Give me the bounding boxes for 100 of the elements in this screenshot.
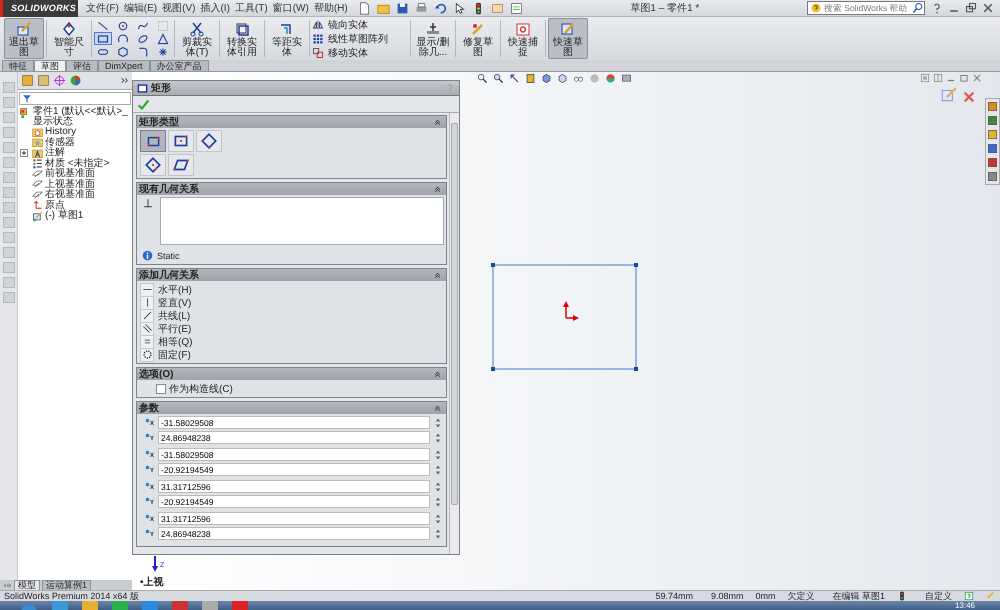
relation-label[interactable]: 共线(L)	[158, 308, 190, 322]
menu-item[interactable]: 工具(T)	[234, 1, 268, 15]
ribbon-button[interactable]: 等距实体	[267, 18, 307, 59]
crosshair-icon[interactable]	[53, 74, 66, 87]
rectangle-type-button[interactable]	[140, 154, 166, 176]
tab[interactable]: 评估	[66, 60, 98, 71]
menu-item[interactable]: 插入(I)	[200, 1, 230, 15]
ribbon-button[interactable]: 修复草图	[458, 18, 498, 59]
sketch-tool-button[interactable]	[94, 32, 112, 45]
section-title[interactable]: 选项(O)	[139, 368, 174, 380]
coordinate-field[interactable]: -20.92194549	[158, 495, 430, 508]
tree-item[interactable]: History	[45, 127, 76, 138]
close-icon[interactable]	[972, 73, 982, 83]
relation-label[interactable]: 竖直(V)	[158, 296, 192, 310]
section-title[interactable]: 参数	[139, 402, 159, 414]
tree-item[interactable]: 材质 <未指定>	[45, 158, 110, 169]
coordinate-field[interactable]: 31.31712596	[158, 512, 430, 525]
rectangle-type-button[interactable]	[168, 154, 194, 176]
task-pane-icon[interactable]	[987, 129, 998, 140]
close-icon[interactable]	[982, 2, 994, 14]
tree-item[interactable]: 注解	[45, 148, 65, 158]
tree-item[interactable]: 前视基准面	[45, 169, 95, 180]
list-icon[interactable]	[510, 2, 523, 14]
task-pane-icon[interactable]	[987, 143, 998, 154]
ribbon-button[interactable]: 智能尺寸	[49, 18, 89, 59]
filter-field[interactable]	[19, 92, 131, 105]
coordinate-field[interactable]: 24.86948238	[158, 431, 430, 444]
menu-item[interactable]: 帮助(H)	[314, 1, 348, 15]
rectangle-type-button[interactable]	[196, 130, 222, 152]
tab[interactable]: 草图	[34, 60, 66, 71]
collapse-icon[interactable]	[433, 118, 442, 126]
magnifier-icon[interactable]	[493, 73, 504, 84]
section-title[interactable]: 现有几何关系	[139, 184, 199, 194]
cancel-icon[interactable]	[962, 90, 976, 104]
collapse-icon[interactable]	[433, 270, 442, 280]
menu-item[interactable]: 文件(F)	[86, 1, 119, 15]
tree-item[interactable]: 上视基准面	[45, 180, 95, 190]
printer-icon[interactable]	[414, 2, 428, 14]
ribbon-button[interactable]: 移动实体	[312, 46, 408, 60]
rectangle-type-button[interactable]	[140, 130, 166, 152]
save-icon[interactable]	[396, 2, 409, 14]
restore-icon[interactable]	[965, 2, 977, 14]
coordinate-field[interactable]: 31.31712596	[158, 480, 430, 493]
checkbox-label[interactable]: 作为构造线(C)	[169, 382, 233, 396]
properties-icon[interactable]	[37, 74, 50, 87]
tree-item[interactable]: 右视基准面	[45, 190, 95, 200]
section-title[interactable]: 矩形类型	[139, 116, 179, 128]
options-icon[interactable]	[490, 2, 504, 14]
task-pane-icon[interactable]	[987, 157, 998, 168]
task-pane-icon[interactable]	[987, 171, 998, 182]
tree-item[interactable]: 原点	[45, 200, 65, 211]
diagonal-line-icon[interactable]	[142, 310, 152, 321]
tree-item[interactable]: (-) 草图1	[45, 211, 84, 222]
checkbox[interactable]	[156, 384, 166, 394]
chevron-icon[interactable]	[120, 76, 129, 85]
ribbon-button[interactable]: 线性草图阵列	[312, 32, 408, 46]
ribbon-button[interactable]: 显示/删除几...	[413, 18, 453, 59]
ribbon-button[interactable]: 转换实体引用	[222, 18, 262, 59]
coordinate-field[interactable]: 24.86948238	[158, 527, 430, 540]
relation-label[interactable]: 相等(Q)	[158, 334, 192, 348]
pie-chart-icon[interactable]	[69, 74, 82, 87]
scrollbar[interactable]	[449, 113, 459, 554]
document-icon[interactable]	[358, 2, 371, 14]
task-pane-icon[interactable]	[987, 115, 998, 126]
tab[interactable]: 办公室产品	[150, 60, 209, 71]
checkmark-icon[interactable]	[137, 98, 150, 110]
section-title[interactable]: 添加几何关系	[139, 270, 199, 280]
help-icon[interactable]	[964, 591, 974, 601]
coordinate-field[interactable]: -20.92194549	[158, 463, 430, 476]
tree-item[interactable]: 传感器	[45, 138, 75, 148]
ribbon-button[interactable]: 快速草图	[548, 18, 588, 59]
magnifier-icon[interactable]	[477, 73, 488, 84]
relation-label[interactable]: 固定(F)	[158, 348, 191, 362]
task-pane-icon[interactable]	[987, 101, 998, 112]
ribbon-button[interactable]: 退出草图	[4, 18, 44, 59]
tab[interactable]: 模型	[14, 580, 40, 590]
tree-item[interactable]: 零件1 (默认<<默认>_显示状态	[33, 107, 130, 127]
units-selector[interactable]: 自定义	[925, 590, 952, 602]
parts-icon[interactable]	[21, 74, 34, 87]
split-view-icon[interactable]	[933, 73, 943, 83]
ribbon-button[interactable]: 镜向实体	[312, 18, 408, 32]
menu-item[interactable]: 窗口(W)	[272, 1, 309, 15]
collapse-icon[interactable]	[433, 184, 442, 194]
book-icon[interactable]	[525, 73, 536, 84]
ribbon-button[interactable]: 快速捕捉	[503, 18, 543, 59]
rectangle-type-button[interactable]	[168, 130, 194, 152]
expand-icon[interactable]	[20, 149, 28, 158]
coordinate-field[interactable]: -31.58029508	[158, 448, 430, 461]
relation-label[interactable]: 平行(E)	[158, 322, 192, 336]
menu-item[interactable]: 视图(V)	[162, 1, 196, 15]
menu-item[interactable]: 编辑(E)	[124, 1, 158, 15]
tab[interactable]: 特征	[2, 60, 34, 71]
undo-icon[interactable]	[434, 2, 447, 14]
tab[interactable]: DimXpert	[98, 60, 150, 71]
parallel-lines-icon[interactable]	[142, 323, 152, 334]
monitor-icon[interactable]	[621, 73, 632, 84]
globe-icon[interactable]	[605, 73, 616, 84]
search-field[interactable]: 搜索 SolidWorks 帮助	[807, 1, 925, 15]
anchor-icon[interactable]	[142, 349, 152, 360]
coordinate-field[interactable]: -31.58029508	[158, 416, 430, 429]
